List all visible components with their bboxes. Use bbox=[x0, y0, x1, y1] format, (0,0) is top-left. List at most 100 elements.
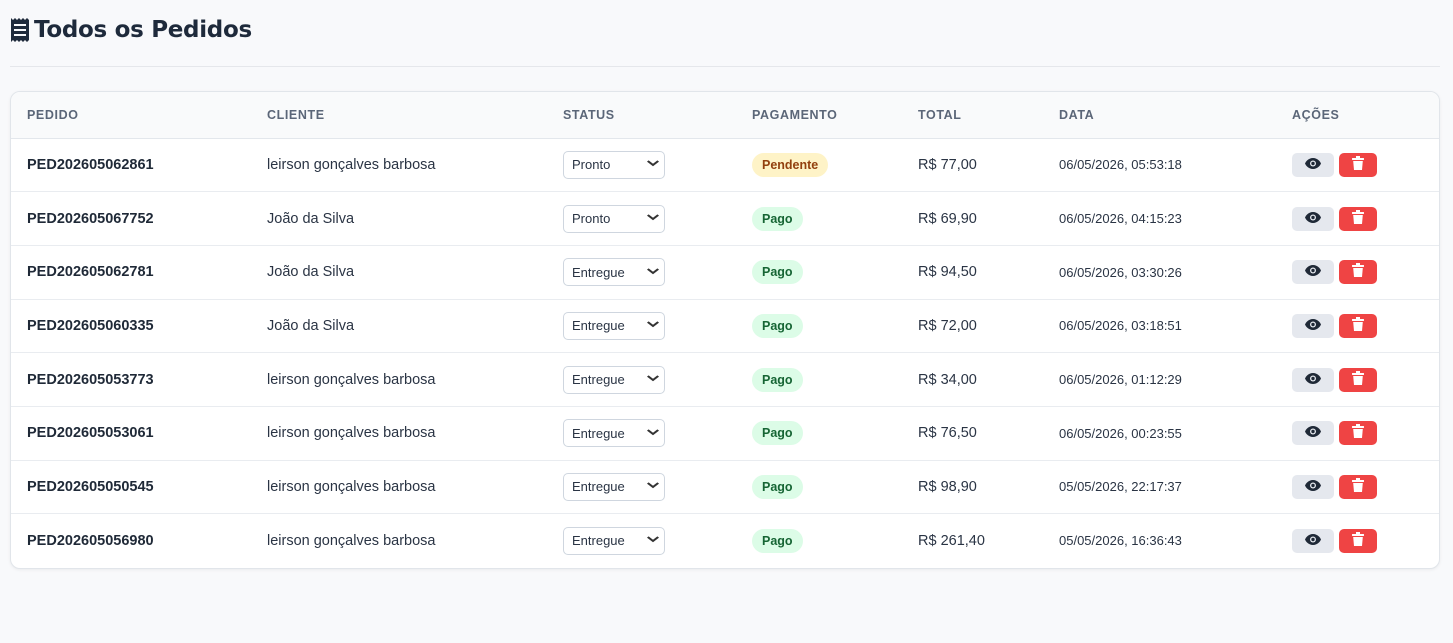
status-select[interactable]: Entregue bbox=[563, 472, 665, 501]
actions-cell bbox=[1276, 138, 1439, 193]
table-body: PED202605062861 leirson gonçalves barbos… bbox=[11, 138, 1439, 568]
order-date: 06/05/2026, 00:23:55 bbox=[1043, 406, 1276, 461]
status-select[interactable]: Entregue bbox=[563, 311, 665, 340]
delete-order-button[interactable] bbox=[1339, 474, 1377, 499]
order-total: R$ 69,90 bbox=[902, 191, 1043, 246]
trash-icon bbox=[1352, 531, 1364, 550]
delete-order-button[interactable] bbox=[1339, 367, 1377, 392]
payment-cell: Pago bbox=[736, 191, 902, 246]
delete-order-button[interactable] bbox=[1339, 260, 1377, 285]
delete-order-button[interactable] bbox=[1339, 152, 1377, 177]
trash-icon bbox=[1352, 263, 1364, 281]
status-value: Entregue bbox=[572, 425, 625, 441]
order-total: R$ 77,00 bbox=[902, 138, 1043, 193]
page: Todos os Pedidos PEDIDO CLIENTE STATUS P… bbox=[0, 0, 1453, 569]
delete-order-button[interactable] bbox=[1339, 528, 1377, 553]
view-order-button[interactable] bbox=[1292, 260, 1334, 285]
actions-cell bbox=[1276, 352, 1439, 407]
status-select[interactable]: Entregue bbox=[563, 419, 665, 448]
actions-cell bbox=[1276, 245, 1439, 300]
payment-badge: Pendente bbox=[752, 152, 829, 177]
status-value: Entregue bbox=[572, 533, 625, 549]
order-total: R$ 34,00 bbox=[902, 352, 1043, 407]
order-date: 05/05/2026, 16:36:43 bbox=[1059, 533, 1182, 549]
actions-cell bbox=[1276, 299, 1439, 354]
status-select[interactable]: Pronto bbox=[563, 204, 665, 233]
payment-cell: Pago bbox=[736, 299, 902, 354]
chevron-down-icon bbox=[646, 159, 660, 170]
view-order-button[interactable] bbox=[1292, 421, 1334, 446]
delete-order-button[interactable] bbox=[1339, 313, 1377, 338]
order-id: PED202605062781 bbox=[11, 245, 251, 300]
trash-icon bbox=[1352, 209, 1364, 228]
order-total: R$ 72,00 bbox=[902, 299, 1043, 354]
table-row: PED202605060335 João da Silva Entregue P… bbox=[11, 299, 1439, 354]
status-value: Pronto bbox=[572, 157, 611, 173]
order-total: R$ 76,50 bbox=[902, 406, 1043, 461]
table-row: PED202605056980 leirson gonçalves barbos… bbox=[11, 514, 1439, 568]
chevron-down-icon bbox=[646, 213, 660, 224]
status-select[interactable]: Entregue bbox=[563, 258, 665, 287]
status-cell: Pronto bbox=[547, 138, 736, 193]
actions-cell bbox=[1276, 460, 1439, 515]
actions-cell bbox=[1276, 406, 1439, 461]
trash-icon bbox=[1352, 424, 1364, 442]
client-name: leirson gonçalves barbosa bbox=[267, 532, 436, 549]
payment-badge: Pago bbox=[752, 474, 803, 499]
status-select[interactable]: Pronto bbox=[563, 150, 665, 179]
order-date: 05/05/2026, 22:17:37 bbox=[1043, 460, 1276, 515]
payment-badge: Pago bbox=[752, 260, 803, 285]
eye-icon bbox=[1305, 211, 1321, 227]
order-total: R$ 98,90 bbox=[902, 460, 1043, 515]
payment-cell: Pago bbox=[736, 245, 902, 300]
table-row: PED202605067752 João da Silva Pronto Pag… bbox=[11, 191, 1439, 246]
chevron-down-icon bbox=[646, 320, 660, 331]
view-order-button[interactable] bbox=[1292, 152, 1334, 177]
page-title-text: Todos os Pedidos bbox=[34, 17, 252, 43]
table-header-row: PEDIDO CLIENTE STATUS PAGAMENTO TOTAL DA… bbox=[11, 92, 1439, 139]
payment-cell: Pago bbox=[736, 406, 902, 461]
trash-icon bbox=[1352, 155, 1364, 174]
status-value: Entregue bbox=[572, 372, 625, 388]
status-select[interactable]: Entregue bbox=[563, 365, 665, 394]
column-header-pedido: PEDIDO bbox=[11, 92, 251, 139]
order-id: PED202605053061 bbox=[11, 406, 251, 461]
view-order-button[interactable] bbox=[1292, 528, 1334, 553]
delete-order-button[interactable] bbox=[1339, 421, 1377, 446]
view-order-button[interactable] bbox=[1292, 474, 1334, 499]
payment-cell: Pago bbox=[736, 460, 902, 515]
status-select[interactable]: Entregue bbox=[563, 526, 665, 555]
client-name: João da Silva bbox=[251, 191, 547, 246]
order-id: PED202605062861 bbox=[11, 138, 251, 193]
column-header-total: TOTAL bbox=[902, 92, 1043, 139]
table-row: PED202605053773 leirson gonçalves barbos… bbox=[11, 352, 1439, 407]
column-header-data: DATA bbox=[1043, 92, 1276, 139]
page-header: Todos os Pedidos bbox=[10, 0, 1440, 67]
column-header-acoes: AÇÕES bbox=[1276, 92, 1439, 139]
order-date: 06/05/2026, 01:12:29 bbox=[1043, 352, 1276, 407]
trash-icon bbox=[1352, 316, 1364, 335]
delete-order-button[interactable] bbox=[1339, 206, 1377, 231]
view-order-button[interactable] bbox=[1292, 206, 1334, 231]
view-order-button[interactable] bbox=[1292, 367, 1334, 392]
client-name: leirson gonçalves barbosa bbox=[251, 406, 547, 461]
order-id: PED202605060335 bbox=[11, 299, 251, 354]
table-row: PED202605053061 leirson gonçalves barbos… bbox=[11, 406, 1439, 461]
status-cell: Entregue bbox=[547, 460, 736, 515]
order-date: 06/05/2026, 03:30:26 bbox=[1043, 245, 1276, 300]
chevron-down-icon bbox=[646, 374, 660, 385]
payment-badge: Pago bbox=[752, 206, 803, 231]
status-value: Pronto bbox=[572, 211, 611, 227]
status-cell: Entregue bbox=[547, 514, 736, 568]
payment-badge: Pago bbox=[752, 528, 803, 553]
eye-icon bbox=[1305, 157, 1321, 173]
status-value: Entregue bbox=[572, 479, 625, 495]
view-order-button[interactable] bbox=[1292, 313, 1334, 338]
client-name: leirson gonçalves barbosa bbox=[251, 352, 547, 407]
eye-icon bbox=[1305, 533, 1321, 549]
eye-icon bbox=[1305, 264, 1321, 280]
status-value: Entregue bbox=[572, 318, 625, 334]
client-name: João da Silva bbox=[251, 245, 547, 300]
actions-cell bbox=[1276, 191, 1439, 246]
eye-icon bbox=[1305, 479, 1321, 495]
